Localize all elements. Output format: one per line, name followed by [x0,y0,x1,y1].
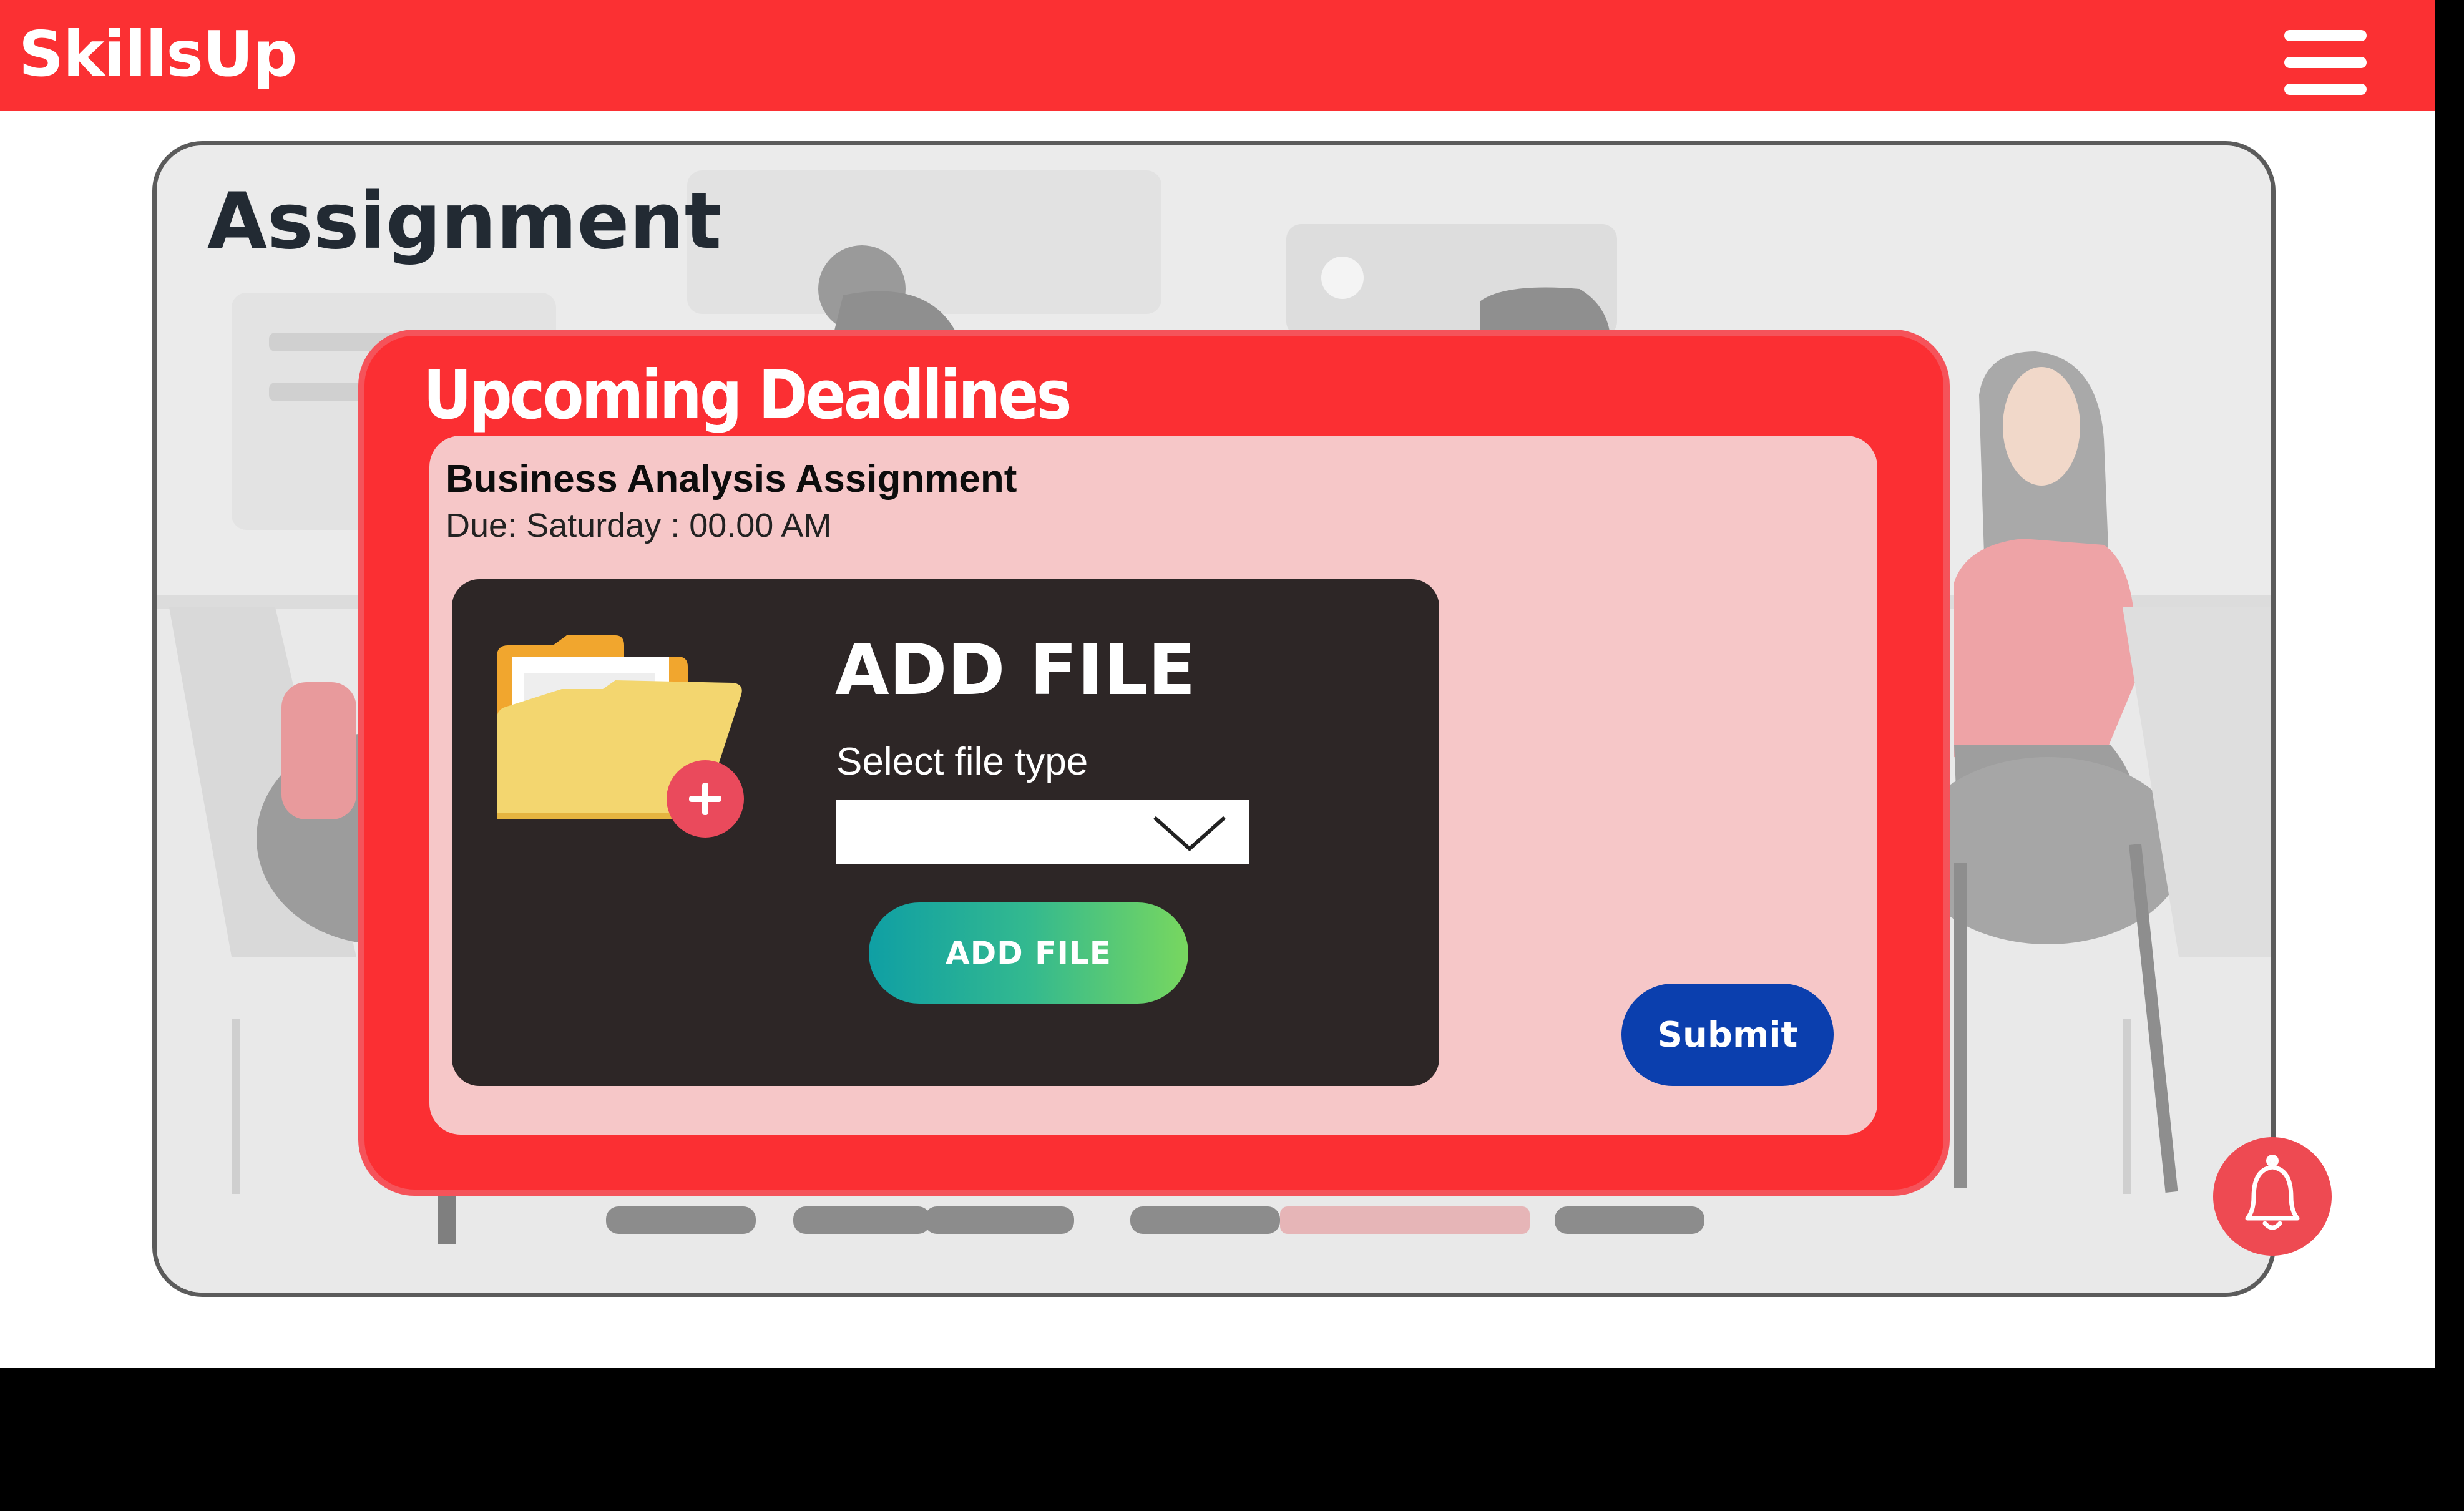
file-type-select[interactable] [836,800,1249,864]
add-file-button[interactable]: ADD FILE [869,902,1188,1004]
file-type-label: Select file type [836,740,1088,783]
add-file-heading: ADD FILE [835,630,1196,711]
assignment-due-date: Due: Saturday : 00.00 AM [446,507,832,544]
chevron-down-icon [1153,816,1226,852]
brand-logo[interactable]: SkillsUp [19,14,298,95]
app-screen: SkillsUp Assignment Upcoming Deadlines B… [0,0,2435,1368]
assignment-name: Business Analysis Assignment [446,457,1017,501]
folder-add-icon[interactable] [497,632,746,844]
page-title: Assignment [207,177,721,267]
hamburger-menu-icon[interactable] [2284,30,2367,95]
notification-button[interactable] [2213,1137,2332,1256]
top-bar: SkillsUp [0,0,2435,111]
deadlines-heading: Upcoming Deadlines [423,356,1072,434]
bell-icon [2245,1155,2300,1230]
submit-button[interactable]: Submit [1621,984,1834,1086]
